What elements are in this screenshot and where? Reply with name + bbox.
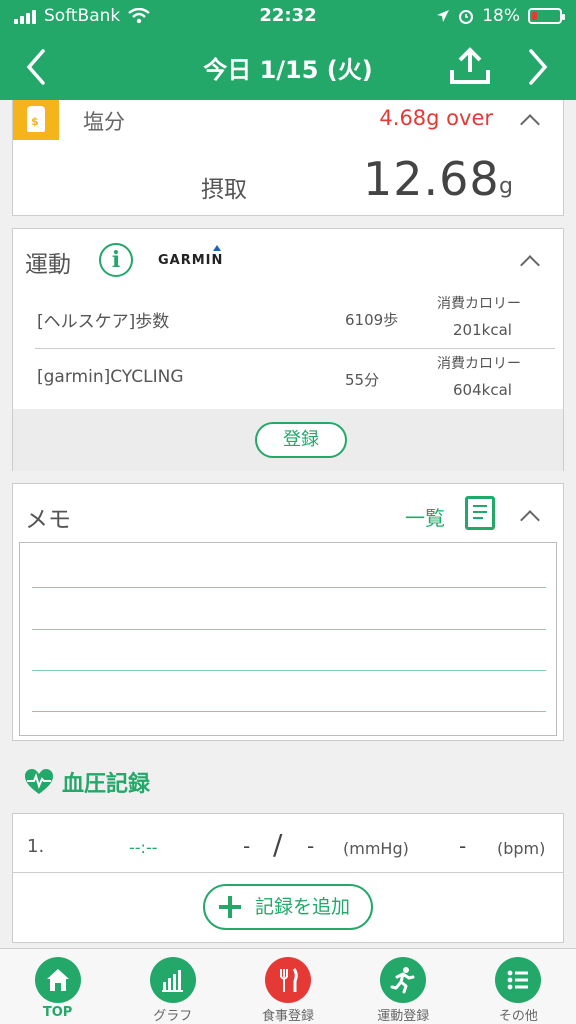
tab-exercise-entry[interactable]: 運動登録 (346, 949, 461, 1024)
tab-graph[interactable]: グラフ (115, 949, 230, 1024)
share-button[interactable] (448, 46, 492, 86)
calorie-label: 消費カロリー (437, 356, 521, 372)
info-icon[interactable]: i (99, 243, 133, 277)
tab-other[interactable]: その他 (461, 949, 576, 1024)
tab-label: グラフ (153, 1009, 193, 1024)
tab-top[interactable]: TOP (0, 949, 115, 1024)
memo-textarea[interactable] (19, 542, 557, 736)
blood-pressure-heading: 血圧記録 (24, 766, 150, 798)
salt-shaker-icon (13, 100, 59, 140)
memo-rule-line (32, 629, 546, 630)
calorie-label: 消費カロリー (437, 296, 521, 312)
bp-time-field[interactable]: --:-- (129, 838, 157, 857)
garmin-logo: GARMIN (158, 245, 224, 268)
exercise-row[interactable]: [garmin]CYCLING 55分 消費カロリー 604kcal (35, 349, 555, 409)
exercise-name: [ヘルスケア]歩数 (37, 312, 170, 332)
memo-rule-line (32, 587, 546, 588)
memo-title: メモ (25, 507, 71, 533)
nav-bar: 今日 1/15 (火) (0, 34, 576, 100)
exercise-qty: 55分 (345, 371, 380, 389)
memo-list-icon[interactable] (465, 496, 495, 530)
calorie-value: 201kcal (453, 321, 512, 339)
bp-pulse-field[interactable]: - (459, 834, 466, 858)
exercise-row[interactable]: [ヘルスケア]歩数 6109歩 消費カロリー 201kcal (35, 289, 555, 349)
tab-label: その他 (498, 1009, 538, 1024)
tab-label: 運動登録 (377, 1009, 430, 1024)
exercise-qty: 6109歩 (345, 311, 399, 329)
next-day-button[interactable] (518, 42, 558, 92)
runner-icon (380, 957, 427, 1003)
tab-bar: TOP グラフ 食事登録 運動登録 その他 (0, 948, 576, 1024)
memo-rule-line (32, 711, 546, 712)
battery-percent: 18% (482, 6, 520, 26)
fork-knife-icon (265, 957, 311, 1003)
add-record-label: 記録を追加 (255, 896, 351, 918)
bp-diastolic-field[interactable]: - (307, 834, 314, 858)
tab-label: TOP (42, 1005, 73, 1020)
status-bar: SoftBank 22:32 18% (0, 0, 576, 34)
heart-pulse-icon (25, 769, 53, 794)
memo-card: メモ 一覧 (12, 483, 564, 741)
salt-over-amount: 4.68g over (379, 106, 493, 130)
list-icon (495, 957, 542, 1003)
location-arrow-icon (437, 10, 450, 22)
exercise-title: 運動 (25, 252, 71, 278)
blood-pressure-title: 血圧記録 (62, 772, 151, 797)
memo-collapse-chevron-icon[interactable] (515, 506, 545, 526)
exercise-card: 運動 i GARMIN [ヘルスケア]歩数 6109歩 消費カロリー 201kc… (12, 228, 564, 471)
intake-label: 摂取 (201, 177, 247, 203)
bp-unit: (mmHg) (343, 839, 409, 858)
exercise-name: [garmin]CYCLING (37, 367, 184, 387)
bp-row-number: 1. (27, 836, 45, 857)
home-icon (34, 957, 81, 1003)
bp-systolic-field[interactable]: - (243, 834, 250, 858)
pulse-unit: (bpm) (497, 839, 546, 858)
battery-icon (528, 8, 565, 24)
register-exercise-button[interactable]: 登録 (255, 422, 347, 458)
blood-pressure-card: 1. --:-- - / - (mmHg) - (bpm) 記録を追加 (12, 813, 564, 943)
bp-divider (13, 872, 563, 873)
intake-value: 12.68 (363, 152, 500, 206)
exercise-footer: 登録 (13, 409, 563, 471)
calorie-value: 604kcal (453, 381, 512, 399)
chevron-right-icon (529, 49, 548, 85)
memo-list-link[interactable]: 一覧 (405, 502, 445, 531)
bp-slash: / (273, 828, 283, 861)
intake-unit: g (499, 174, 513, 199)
alarm-icon (459, 10, 474, 24)
status-right: 18% (436, 6, 565, 26)
tab-label: 食事登録 (262, 1009, 315, 1024)
upload-icon (450, 47, 490, 84)
salt-card: 塩分 4.68g over 摂取 12.68 g (12, 100, 564, 216)
bar-chart-icon (149, 957, 196, 1003)
salt-title: 塩分 (83, 110, 125, 134)
add-record-button[interactable]: 記録を追加 (203, 884, 373, 930)
top-bar: SoftBank 22:32 18% 今日 1/15 (火) (0, 0, 576, 100)
salt-collapse-chevron-icon[interactable] (515, 110, 545, 130)
plus-icon (219, 896, 241, 918)
tab-meal-entry[interactable]: 食事登録 (230, 949, 345, 1024)
memo-rule-line (32, 670, 546, 671)
exercise-collapse-chevron-icon[interactable] (515, 251, 545, 271)
